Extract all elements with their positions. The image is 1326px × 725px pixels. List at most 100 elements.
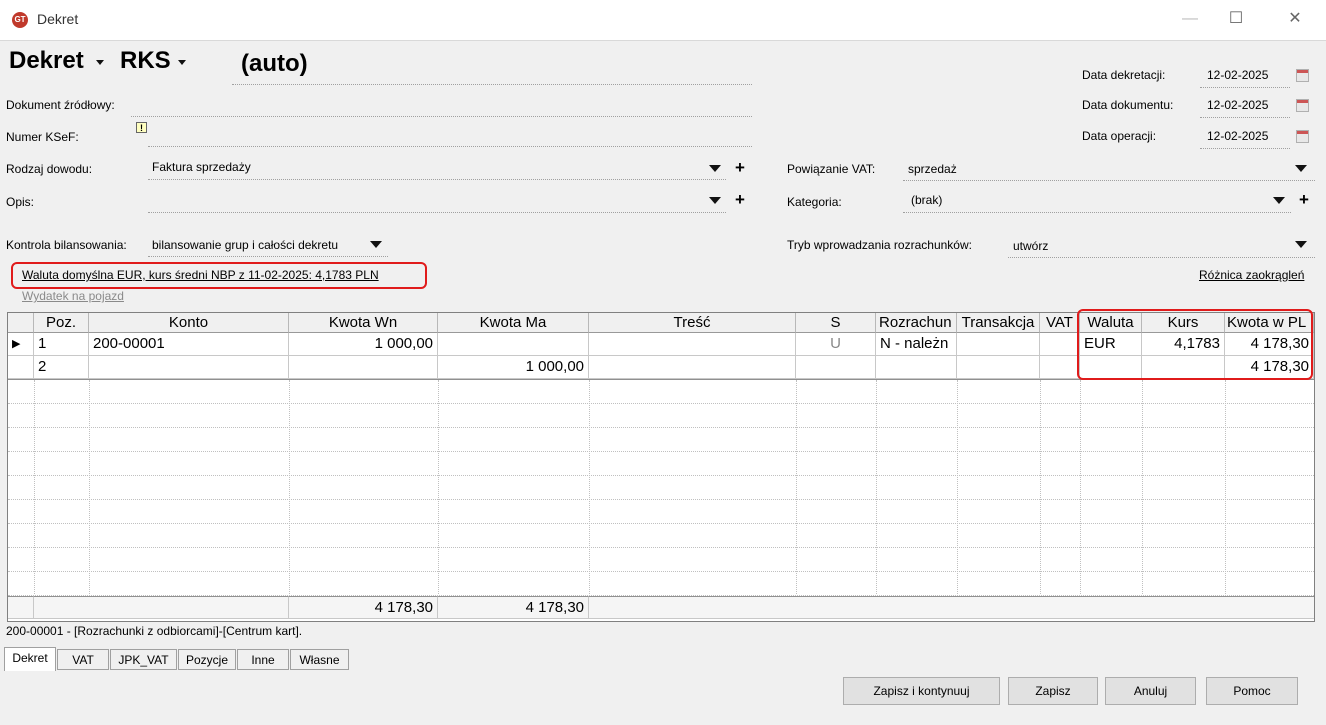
tab-dekret[interactable]: Dekret	[4, 647, 56, 671]
minimize-icon[interactable]: —	[1167, 0, 1213, 40]
col-header-s[interactable]: S	[796, 313, 876, 333]
empty-row[interactable]	[8, 524, 1314, 548]
empty-row[interactable]	[8, 476, 1314, 500]
settle-mode-label: Tryb wprowadzania rozrachunków:	[787, 238, 972, 252]
empty-row[interactable]	[8, 428, 1314, 452]
totals-blank	[8, 596, 34, 619]
grid-line	[796, 380, 797, 594]
empty-row[interactable]	[8, 452, 1314, 476]
add-description-icon[interactable]: +	[735, 191, 745, 208]
col-header-vat[interactable]: VAT	[1040, 313, 1080, 333]
add-category-icon[interactable]: +	[1299, 191, 1309, 208]
col-header-rozrachunek[interactable]: Rozrachun	[876, 313, 957, 333]
date-operation-label: Data operacji:	[1082, 129, 1157, 143]
ksef-warning-icon[interactable]: !	[136, 122, 147, 133]
doc-source-input[interactable]	[131, 98, 752, 117]
date-document-input[interactable]	[1200, 99, 1290, 118]
chevron-down-icon[interactable]	[709, 197, 721, 204]
cell-tresc[interactable]	[589, 333, 796, 356]
empty-row[interactable]	[8, 380, 1314, 404]
ksef-input[interactable]	[148, 128, 752, 147]
cell-transakcja[interactable]	[957, 356, 1040, 379]
settle-mode-select[interactable]	[1008, 239, 1315, 258]
col-header-kwota-wn[interactable]: Kwota Wn	[289, 313, 438, 333]
cell-kwota-wn[interactable]	[289, 356, 438, 379]
cell-kwota-ma[interactable]: 1 000,00	[438, 356, 589, 379]
ksef-label: Numer KSeF:	[6, 130, 79, 144]
proof-type-label: Rodzaj dowodu:	[6, 162, 93, 176]
grid-line	[1040, 380, 1041, 594]
calendar-icon[interactable]	[1296, 69, 1309, 82]
cell-rozrachunek[interactable]	[876, 356, 957, 379]
type-dropdown[interactable]: Dekret	[9, 47, 104, 75]
cell-poz[interactable]: 1	[34, 333, 89, 356]
row-indicator-header	[8, 313, 34, 333]
tab-inne[interactable]: Inne	[237, 649, 289, 670]
tab-wlasne[interactable]: Własne	[290, 649, 349, 670]
account-status-text: 200-00001 - [Rozrachunki z odbiorcami]-[…	[6, 624, 303, 638]
journal-label: RKS	[120, 47, 171, 74]
tab-pozycje[interactable]: Pozycje	[178, 649, 236, 670]
vehicle-expense-link[interactable]: Wydatek na pojazd	[22, 289, 124, 303]
col-header-tresc[interactable]: Treść	[589, 313, 796, 333]
currency-info-link[interactable]: Waluta domyślna EUR, kurs średni NBP z 1…	[22, 268, 379, 282]
grid-line	[289, 380, 290, 594]
journal-dropdown[interactable]: RKS	[120, 47, 186, 75]
tab-vat[interactable]: VAT	[57, 649, 109, 670]
category-select[interactable]	[903, 194, 1291, 213]
col-header-transakcja[interactable]: Transakcja	[957, 313, 1040, 333]
proof-type-select[interactable]	[148, 161, 726, 180]
empty-row[interactable]	[8, 548, 1314, 572]
chevron-down-icon[interactable]	[1295, 241, 1307, 248]
chevron-down-icon[interactable]	[370, 241, 382, 248]
save-continue-button[interactable]: Zapisz i kontynuuj	[843, 677, 1000, 705]
description-label: Opis:	[6, 195, 35, 209]
empty-row[interactable]	[8, 404, 1314, 428]
balance-select[interactable]	[148, 238, 388, 257]
col-header-kwota-ma[interactable]: Kwota Ma	[438, 313, 589, 333]
date-decree-input[interactable]	[1200, 69, 1290, 88]
col-header-poz[interactable]: Poz.	[34, 313, 89, 333]
cell-rozrachunek[interactable]: N - należn	[876, 333, 957, 356]
empty-row[interactable]	[8, 500, 1314, 524]
doc-source-label: Dokument źródłowy:	[6, 98, 115, 112]
cell-poz[interactable]: 2	[34, 356, 89, 379]
col-header-konto[interactable]: Konto	[89, 313, 289, 333]
window-title: Dekret	[37, 11, 79, 27]
maximize-icon[interactable]: ☐	[1213, 0, 1259, 40]
chevron-down-icon[interactable]	[1273, 197, 1285, 204]
cell-konto[interactable]	[89, 356, 289, 379]
cell-transakcja[interactable]	[957, 333, 1040, 356]
row-selector-arrow-icon[interactable]: ▶	[8, 333, 34, 356]
empty-row[interactable]	[8, 572, 1314, 596]
title-bar: GT Dekret — ☐ ✕	[0, 0, 1326, 41]
total-kwota-ma: 4 178,30	[438, 596, 589, 619]
vat-link-select[interactable]	[903, 162, 1315, 181]
cell-s[interactable]: U	[796, 333, 876, 356]
close-icon[interactable]: ✕	[1272, 0, 1318, 40]
tab-jpk-vat[interactable]: JPK_VAT	[110, 649, 177, 670]
cell-s[interactable]	[796, 356, 876, 379]
rounding-difference-link[interactable]: Różnica zaokrągleń	[1199, 268, 1304, 282]
cell-kwota-wn[interactable]: 1 000,00	[289, 333, 438, 356]
calendar-icon[interactable]	[1296, 99, 1309, 112]
grid-line	[1080, 380, 1081, 594]
calendar-icon[interactable]	[1296, 130, 1309, 143]
save-button[interactable]: Zapisz	[1008, 677, 1098, 705]
help-button[interactable]: Pomoc	[1206, 677, 1298, 705]
chevron-down-icon[interactable]	[709, 165, 721, 172]
chevron-down-icon[interactable]	[1295, 165, 1307, 172]
currency-columns-highlight-box	[1077, 309, 1313, 380]
date-operation-input[interactable]	[1200, 130, 1290, 149]
cell-kwota-ma[interactable]	[438, 333, 589, 356]
cell-konto[interactable]: 200-00001	[89, 333, 289, 356]
cancel-button[interactable]: Anuluj	[1105, 677, 1196, 705]
row-selector[interactable]	[8, 356, 34, 379]
vat-link-label: Powiązanie VAT:	[787, 162, 876, 176]
number-underline	[232, 66, 752, 85]
cell-vat[interactable]	[1040, 333, 1080, 356]
cell-tresc[interactable]	[589, 356, 796, 379]
cell-vat[interactable]	[1040, 356, 1080, 379]
description-input[interactable]	[148, 194, 726, 213]
add-proof-type-icon[interactable]: +	[735, 159, 745, 176]
